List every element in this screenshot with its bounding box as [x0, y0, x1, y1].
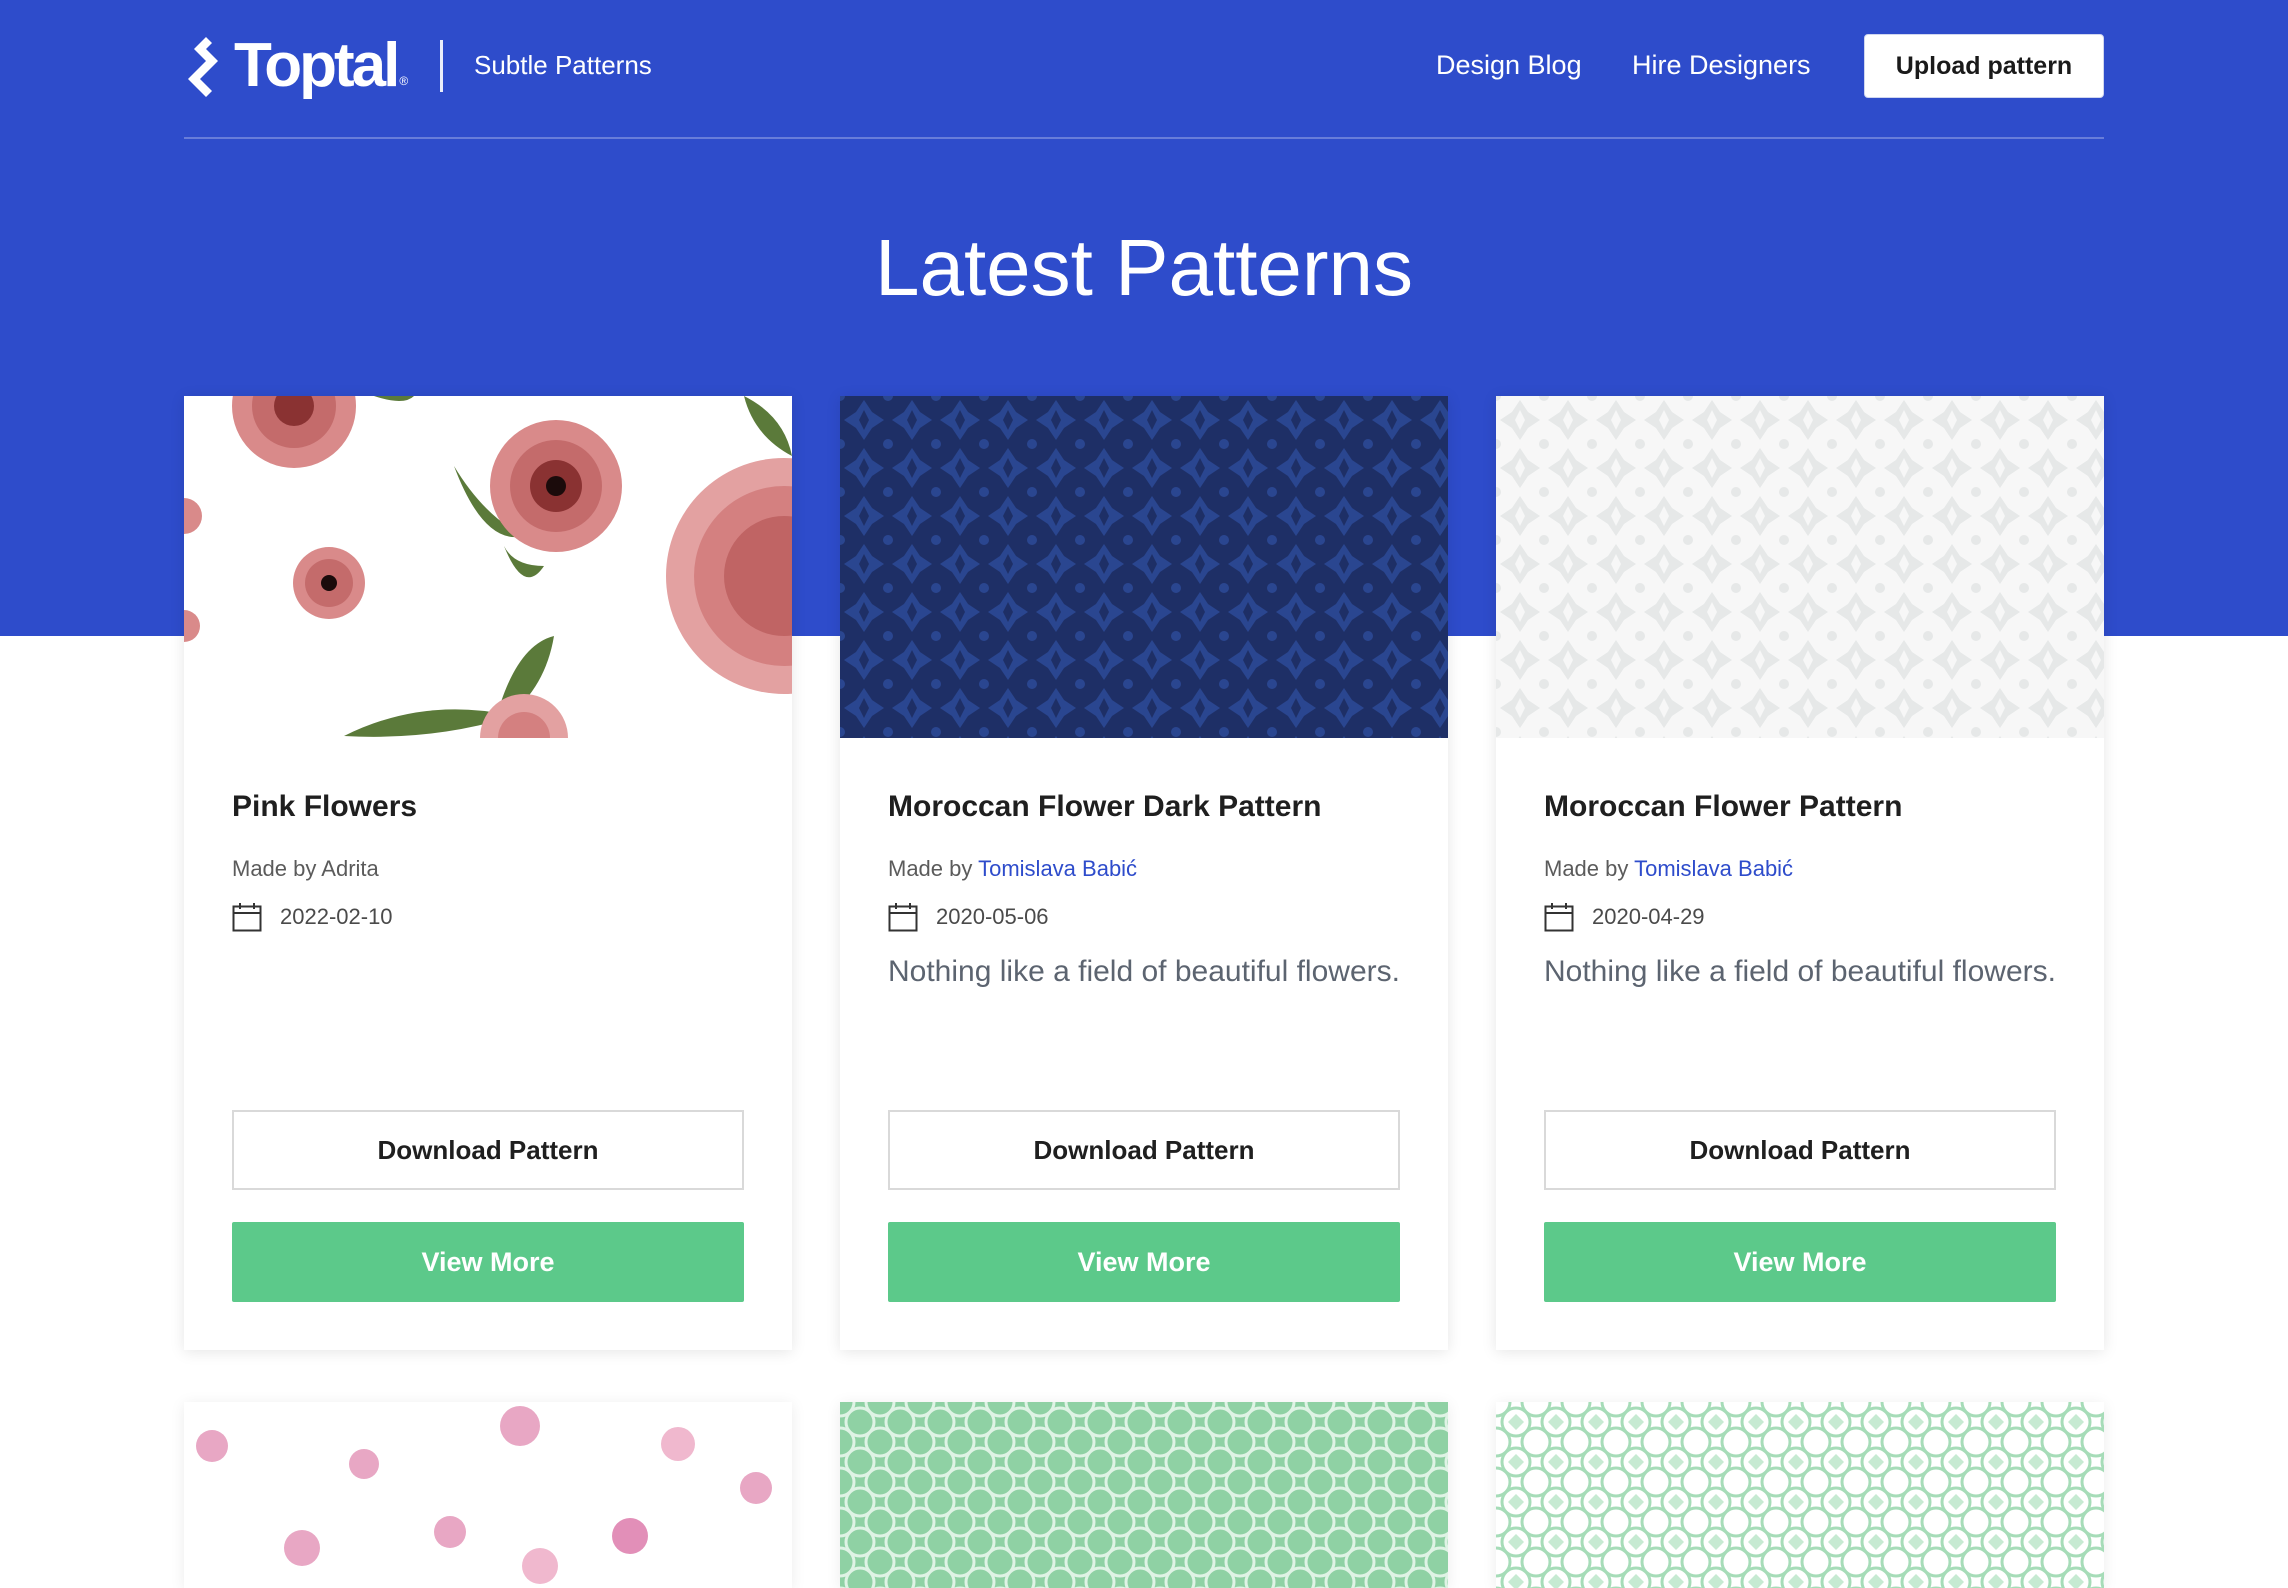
author-name: Adrita — [321, 856, 379, 881]
card-title[interactable]: Moroccan Flower Dark Pattern — [888, 790, 1321, 824]
date-text: 2020-04-29 — [1592, 904, 1705, 929]
logo-divider — [440, 40, 443, 92]
card-author: Made by Tomislava Babić — [1544, 856, 1793, 882]
author-link[interactable]: Tomislava Babić — [1634, 856, 1793, 881]
made-by-label: Made by — [232, 856, 322, 881]
date-text: 2020-05-06 — [936, 904, 1049, 929]
pattern-preview-moroccan-dark[interactable] — [840, 396, 1448, 738]
pattern-card-partial[interactable] — [1496, 1402, 2104, 1588]
card-author: Made by Tomislava Babić — [888, 856, 1137, 882]
toptal-logo[interactable]: Toptal ® — [184, 34, 414, 98]
view-more-button[interactable]: View More — [1544, 1222, 2056, 1302]
card-date: 2020-04-29 — [1544, 902, 1705, 932]
pattern-card: Pink Flowers Made by Adrita 2022-02-10 D… — [184, 396, 792, 1350]
pattern-preview-pink-dots — [184, 1402, 792, 1588]
card-date: 2020-05-06 — [888, 902, 1049, 932]
registered-mark: ® — [399, 74, 409, 88]
author-link[interactable]: Tomislava Babić — [978, 856, 1137, 881]
pattern-card-partial[interactable] — [840, 1402, 1448, 1588]
card-description: Nothing like a field of beautiful flower… — [1544, 955, 2056, 988]
view-more-button[interactable]: View More — [888, 1222, 1400, 1302]
pattern-preview-moroccan-light[interactable] — [1496, 396, 2104, 738]
download-pattern-button[interactable]: Download Pattern — [232, 1110, 744, 1190]
card-date: 2022-02-10 — [232, 902, 393, 932]
site-name-link[interactable]: Subtle Patterns — [474, 50, 652, 81]
card-title[interactable]: Moroccan Flower Pattern — [1544, 790, 1902, 824]
upload-pattern-button[interactable]: Upload pattern — [1864, 34, 2104, 98]
card-title[interactable]: Pink Flowers — [232, 790, 417, 824]
pattern-preview-green-geo — [840, 1402, 1448, 1588]
top-navigation: Toptal ® Subtle Patterns Design Blog Hir… — [184, 0, 2104, 139]
pattern-card: Moroccan Flower Dark Pattern Made by Tom… — [840, 396, 1448, 1350]
card-description: Nothing like a field of beautiful flower… — [888, 955, 1400, 988]
pattern-card-partial[interactable] — [184, 1402, 792, 1588]
download-pattern-button[interactable]: Download Pattern — [888, 1110, 1400, 1190]
made-by-label: Made by — [1544, 856, 1635, 881]
calendar-icon — [1544, 903, 1574, 932]
card-author: Made by Adrita — [232, 856, 379, 882]
calendar-icon — [888, 903, 918, 932]
page-title: Latest Patterns — [874, 223, 1414, 312]
download-pattern-button[interactable]: Download Pattern — [1544, 1110, 2056, 1190]
calendar-icon — [232, 903, 262, 932]
nav-hire-designers[interactable]: Hire Designers — [1632, 50, 1811, 81]
date-text: 2022-02-10 — [280, 904, 393, 929]
made-by-label: Made by — [888, 856, 979, 881]
nav-design-blog[interactable]: Design Blog — [1436, 50, 1582, 81]
pattern-preview-light-green-geo — [1496, 1402, 2104, 1588]
toptal-diamond-icon — [188, 37, 218, 97]
logo-text: Toptal — [234, 31, 400, 100]
view-more-button[interactable]: View More — [232, 1222, 744, 1302]
pattern-preview-pink-flowers[interactable] — [184, 396, 792, 738]
pattern-card: Moroccan Flower Pattern Made by Tomislav… — [1496, 396, 2104, 1350]
